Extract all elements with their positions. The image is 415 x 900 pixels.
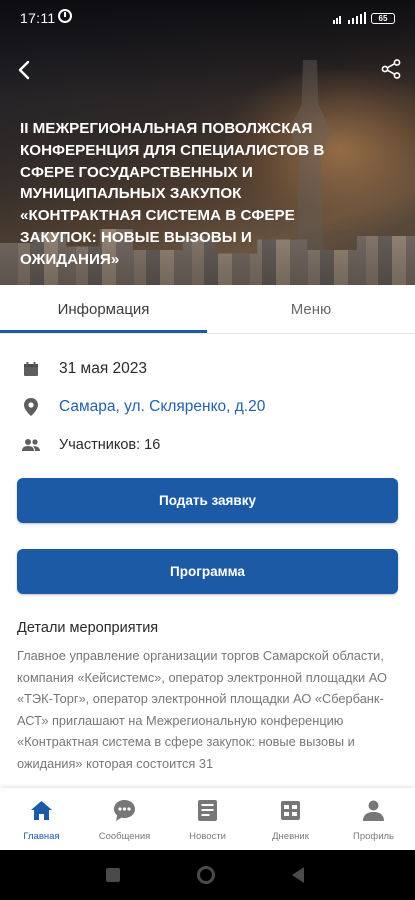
battery-icon: 65: [371, 12, 395, 24]
home-icon: [31, 801, 52, 820]
tab-menu[interactable]: Меню: [207, 285, 415, 334]
tab-bar: Информация Меню: [0, 285, 415, 334]
nav-messages-label: Сообщения: [98, 831, 151, 842]
back-triangle-icon[interactable]: [292, 867, 304, 883]
battery-level: 65: [378, 13, 388, 23]
system-navigation-bar: [0, 850, 415, 900]
alarm-icon: [58, 9, 72, 23]
profile-icon: [363, 800, 384, 821]
recent-apps-icon[interactable]: [106, 868, 120, 882]
chat-icon: [114, 800, 135, 821]
nav-diary-label: Дневник: [272, 831, 309, 842]
tab-divider: [0, 333, 415, 334]
nav-news[interactable]: Новости: [166, 788, 249, 850]
nav-home-label: Главная: [23, 831, 60, 842]
people-icon: [21, 435, 41, 455]
event-title: II МЕЖРЕГИОНАЛЬНАЯ ПОВОЛЖСКАЯ КОНФЕРЕНЦИ…: [20, 120, 325, 268]
event-hero: 17:11 65 II МЕЖРЕГИОНАЛЬНАЯ ПОВОЛЖСКАЯ К…: [0, 0, 415, 285]
program-button[interactable]: Программа: [17, 549, 398, 594]
status-bar: 17:11 65: [0, 0, 415, 36]
status-time: 17:11: [20, 10, 56, 26]
share-icon[interactable]: [380, 58, 402, 80]
event-address-row[interactable]: Самара, ул. Скляренко, д.20: [0, 394, 415, 420]
apply-button[interactable]: Подать заявку: [17, 478, 398, 523]
event-address-link[interactable]: Самара, ул. Скляренко, д.20: [59, 398, 265, 416]
arrow-back-icon[interactable]: [13, 58, 37, 82]
home-circle-icon[interactable]: [197, 866, 215, 884]
tab-information[interactable]: Информация: [0, 285, 207, 334]
details-heading: Детали мероприятия: [17, 620, 159, 636]
news-icon: [198, 800, 217, 821]
event-date-row: 31 мая 2023: [0, 356, 415, 382]
calendar-icon: [21, 359, 41, 379]
event-date: 31 мая 2023: [59, 360, 148, 377]
nav-profile[interactable]: Профиль: [332, 788, 415, 850]
nav-profile-label: Профиль: [352, 831, 394, 842]
diary-icon: [281, 801, 300, 820]
nav-home[interactable]: Главная: [0, 788, 83, 850]
cellular-signal-icon: [347, 12, 366, 24]
event-participants-row: Участников: 16: [0, 432, 415, 458]
nav-news-label: Новости: [189, 831, 226, 842]
status-indicators: 65: [332, 11, 395, 25]
participants-count: Участников: 16: [59, 437, 161, 453]
location-pin-icon: [21, 397, 41, 417]
details-description: Главное управление организации торгов Са…: [17, 648, 387, 771]
nav-diary[interactable]: Дневник: [249, 788, 332, 850]
nav-messages[interactable]: Сообщения: [83, 788, 166, 850]
sim-signal-icon: [332, 13, 343, 24]
bottom-navigation: Главная Сообщения Новости Дневник Профил…: [0, 788, 415, 850]
